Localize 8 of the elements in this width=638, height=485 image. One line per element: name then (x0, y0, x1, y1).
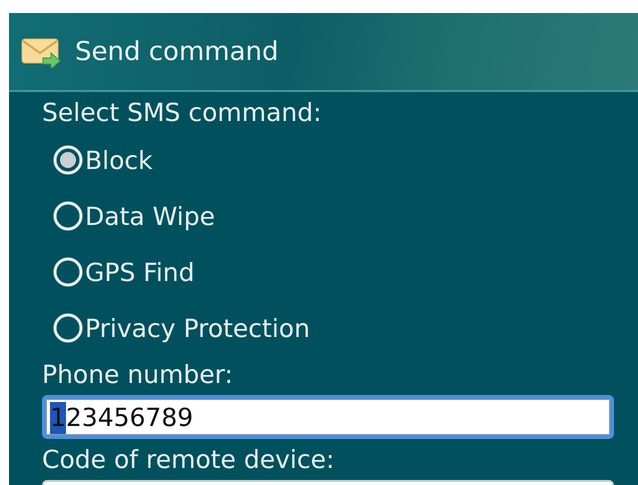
radio-label: Privacy Protection (84, 314, 310, 342)
field-label: Code of remote device: (42, 444, 336, 476)
window-title: Send command (75, 36, 279, 66)
radio-label: Data Wipe (84, 202, 216, 230)
radio-label: GPS Find (84, 258, 194, 286)
radio-label: Block (84, 146, 153, 174)
field-label: Phone number: (42, 359, 234, 391)
command-label: Select SMS command: (42, 97, 323, 129)
